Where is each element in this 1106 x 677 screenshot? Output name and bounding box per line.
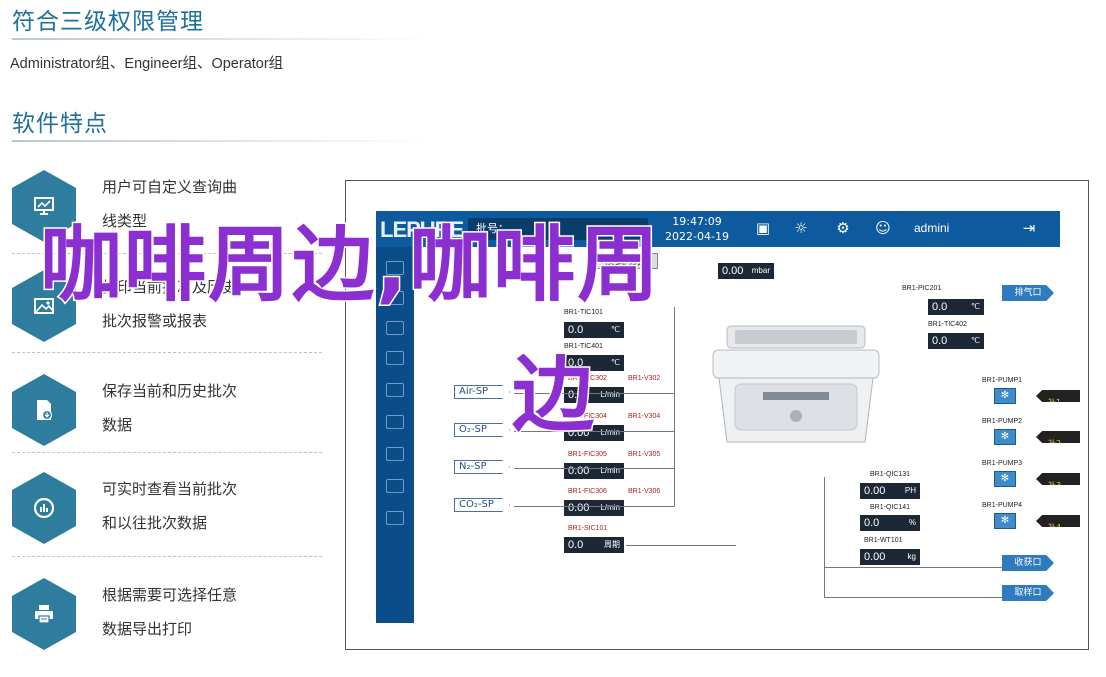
pump-icon[interactable]: ✻ <box>994 388 1016 404</box>
pump-icon[interactable]: ✻ <box>994 471 1016 487</box>
pump-label: BR1-PUMP3 <box>982 460 1023 467</box>
feature-text-line: 数据 <box>102 416 133 434</box>
title-underline <box>12 140 432 142</box>
pump-icon[interactable]: ✻ <box>994 429 1016 445</box>
warn-text: 补3 <box>1048 481 1062 490</box>
warning-indicator: 补2 <box>1036 431 1080 443</box>
section-title-features: 软件特点 <box>12 111 108 137</box>
valve-label: BR1-V305 <box>628 451 661 458</box>
unit-text: PH <box>904 486 916 495</box>
value-text: 0.00 <box>864 485 886 497</box>
sidebar-nav-icon[interactable] <box>386 479 404 493</box>
tag-label: BR1-FIC305 <box>568 451 607 458</box>
temperature-value: 0.0 ℃ <box>564 322 624 338</box>
divider <box>12 556 322 557</box>
valve-label: BR1-V306 <box>628 488 661 495</box>
file-save-icon <box>12 374 76 446</box>
watermark-text: 边 <box>510 347 595 445</box>
warn-text: 补1 <box>1048 398 1062 407</box>
warning-indicator: 补3 <box>1036 473 1080 485</box>
value-text: 0.00 <box>568 465 590 477</box>
ph-value: 0.00 PH <box>860 483 920 499</box>
co2-sp-input[interactable]: CO₂-SP <box>454 498 510 512</box>
value-text: 0.0 <box>932 335 948 347</box>
feature-item: 可实时查看当前批次 和以往批次数据 <box>12 472 332 572</box>
unit-text: ℃ <box>611 325 620 334</box>
air-sp-input[interactable]: Air-SP <box>454 385 510 399</box>
sidebar-nav-icon[interactable] <box>386 511 404 525</box>
weight-value: 0.00 kg <box>860 549 920 565</box>
tag-label: BR1-FIC306 <box>568 488 607 495</box>
valve-label: BR1-V302 <box>628 375 661 382</box>
harvest-port[interactable]: 收获口 <box>1002 555 1054 571</box>
warning-indicator: 补1 <box>1036 390 1080 402</box>
warn-text: 补2 <box>1048 439 1062 448</box>
sidebar-nav-icon[interactable] <box>386 383 404 397</box>
tag-label: BR1-QIC131 <box>870 471 911 478</box>
feature-text-line: 和以往批次数据 <box>102 514 208 532</box>
permission-groups-text: Administrator组、Engineer组、Operator组 <box>10 56 284 72</box>
sidebar-nav-icon[interactable] <box>386 351 404 365</box>
unit-text: ℃ <box>611 358 620 367</box>
oxygen-value: 0.0% <box>860 515 920 531</box>
unit-text: L/min <box>600 428 620 437</box>
gauge-icon <box>12 472 76 544</box>
feature-item: 保存当前和历史批次 数据 <box>12 374 332 474</box>
tag-label: BR1-SIC101 <box>568 525 608 532</box>
pipe <box>824 477 825 597</box>
unit-text: L/min <box>600 503 620 512</box>
pipe <box>514 468 674 469</box>
warn-text: 补4 <box>1048 523 1062 532</box>
feature-item: 根据需要可选择任意 数据导出打印 <box>12 578 332 677</box>
temperature-value: 0.0 ℃ <box>928 333 984 349</box>
pump-label: BR1-PUMP4 <box>982 502 1023 509</box>
valve-label: BR1-V304 <box>628 413 661 420</box>
value-text: 0.0 <box>568 539 584 551</box>
sidebar-nav-icon[interactable] <box>386 415 404 429</box>
section-title-permissions: 符合三级权限管理 <box>12 9 204 35</box>
tag-label: BR1-QIC141 <box>870 504 911 511</box>
flow-value: 0.00 L/min <box>564 463 624 479</box>
pump-icon[interactable]: ✻ <box>994 513 1016 529</box>
sampling-port[interactable]: 取样口 <box>1002 585 1054 601</box>
feature-text-line: 保存当前和历史批次 <box>102 382 238 400</box>
unit-text: L/min <box>600 390 620 399</box>
value-text: 0.0 <box>568 324 584 336</box>
n2-sp-input[interactable]: N₂-SP <box>454 460 510 474</box>
unit-text: L/min <box>600 466 620 475</box>
feature-text-line: 用户可自定义查询曲 <box>102 178 238 196</box>
title-underline <box>12 38 432 40</box>
printer-icon <box>12 578 76 650</box>
bioreactor-device-image <box>705 320 887 450</box>
watermark-text: 咖啡周边,咖啡周 <box>39 217 662 315</box>
pipe <box>514 506 674 507</box>
speed-value: 0.0 周期 <box>564 537 624 553</box>
feature-text-line: 可实时查看当前批次 <box>102 480 238 498</box>
divider <box>12 352 322 353</box>
warning-indicator: 补4 <box>1036 515 1080 527</box>
flow-value: 0.00 L/min <box>564 500 624 516</box>
feature-text-line: 数据导出打印 <box>102 620 193 638</box>
pump-label: BR1-PUMP2 <box>982 418 1023 425</box>
divider <box>12 452 322 453</box>
value-text: 0.0 <box>864 517 880 529</box>
sidebar-nav-icon[interactable] <box>386 321 404 335</box>
pump-label: BR1-PUMP1 <box>982 377 1023 384</box>
unit-text: kg <box>907 552 916 561</box>
unit-text: % <box>908 518 916 527</box>
o2-sp-input[interactable]: O₂-SP <box>454 423 510 437</box>
unit-text: 周期 <box>604 540 620 549</box>
pipe <box>674 307 675 507</box>
tag-label: BR1-TIC402 <box>928 321 967 328</box>
pipe <box>626 545 736 546</box>
feature-text-line: 根据需要可选择任意 <box>102 586 238 604</box>
sidebar-nav-icon[interactable] <box>386 447 404 461</box>
value-text: 0.00 <box>568 502 590 514</box>
unit-text: ℃ <box>971 336 980 345</box>
value-text: 0.00 <box>864 551 886 563</box>
tag-label: BR1-WT101 <box>864 537 903 544</box>
